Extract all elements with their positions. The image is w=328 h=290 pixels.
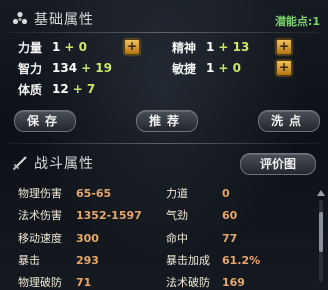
add-agility-button[interactable]: + (276, 60, 292, 76)
combat-stat-name: 法术破防 (166, 276, 210, 289)
stat-spirit: 精神 1 + 13 (172, 39, 249, 55)
combat-stat-name: 命中 (166, 232, 188, 245)
stat-constitution: 体质 12 + 7 (18, 81, 95, 97)
stat-name: 智力 (18, 61, 43, 76)
combat-stat: 气劲 60 (166, 207, 237, 223)
add-strength-button[interactable]: + (124, 39, 140, 55)
stat-base: 1 (206, 61, 215, 75)
stat-base: 12 (52, 82, 69, 96)
add-spirit-button[interactable]: + (276, 39, 292, 55)
stat-base: 1 (206, 40, 215, 54)
stat-bonus: + 7 (72, 82, 96, 96)
combat-attributes-title: 战斗属性 (34, 156, 94, 172)
combat-stat: 移动速度 300 (18, 230, 99, 246)
scroll-up-arrow-icon[interactable] (317, 190, 325, 196)
combat-stat: 物理破防 71 (18, 274, 91, 290)
combat-stat-value: 65-65 (76, 186, 112, 200)
combat-stat-name: 力道 (166, 187, 188, 200)
combat-stat-value: 300 (76, 231, 99, 245)
stat-bonus: + 0 (64, 40, 87, 54)
combat-stat-name: 物理破防 (18, 276, 62, 289)
combat-stat: 物理伤害 65-65 (18, 185, 111, 201)
combat-stat-name: 暴击 (18, 254, 40, 267)
stat-bonus: + 13 (218, 40, 250, 54)
combat-stat-name: 法术伤害 (18, 209, 62, 222)
combat-stat: 暴击 293 (18, 252, 99, 268)
combat-stat-name: 物理伤害 (18, 187, 62, 200)
scroll-thumb[interactable] (319, 212, 323, 252)
stat-strength: 力量 1 + 0 (18, 39, 87, 55)
potential-points-label: 潜能点: (274, 15, 313, 28)
combat-stat-value: 71 (76, 275, 92, 289)
potential-points: 潜能点:1 (275, 13, 320, 29)
divider (8, 143, 320, 144)
potential-points-value: 1 (312, 15, 320, 28)
combat-scrollbar[interactable] (317, 190, 325, 286)
stat-name: 敏捷 (172, 61, 197, 76)
save-button[interactable]: 保存 (14, 110, 76, 132)
stat-intelligence: 智力 134 + 19 (18, 60, 112, 76)
combat-stat-name: 气劲 (166, 209, 188, 222)
stat-agility: 敏捷 1 + 0 (172, 60, 241, 76)
combat-stat-value: 169 (222, 275, 245, 289)
recommend-button[interactable]: 推荐 (136, 110, 198, 132)
combat-stat-value: 293 (76, 253, 99, 267)
combat-stat-value: 0 (222, 186, 230, 200)
divider (8, 32, 320, 33)
combat-stat-name: 暴击加成 (166, 254, 210, 267)
character-attribute-panel: 基础属性 潜能点:1 力量 1 + 0 + 精神 1 + 13 + 智力 134… (0, 0, 328, 290)
dice-icon (12, 11, 28, 25)
stat-name: 体质 (18, 82, 43, 97)
combat-stat: 命中 77 (166, 230, 237, 246)
combat-stat: 暴击加成 61.2% (166, 252, 260, 268)
combat-stat-value: 77 (222, 231, 238, 245)
combat-stat: 力道 0 (166, 185, 230, 201)
rating-chart-button[interactable]: 评价图 (240, 153, 316, 175)
combat-stat-value: 61.2% (222, 253, 261, 267)
stat-base: 1 (52, 40, 61, 54)
basic-attributes-title: 基础属性 (34, 12, 94, 28)
combat-stat-value: 60 (222, 208, 238, 222)
combat-stat-value: 1352-1597 (76, 208, 142, 222)
stat-bonus: + 19 (81, 61, 112, 75)
stat-name: 精神 (172, 40, 197, 55)
combat-stat: 法术破防 169 (166, 274, 245, 290)
reset-points-button[interactable]: 洗点 (258, 110, 320, 132)
stat-bonus: + 0 (218, 61, 241, 75)
combat-stat-name: 移动速度 (18, 232, 62, 245)
sword-icon (12, 156, 27, 171)
stat-name: 力量 (18, 40, 43, 55)
stat-base: 134 (52, 61, 78, 75)
combat-stat: 法术伤害 1352-1597 (18, 207, 142, 223)
